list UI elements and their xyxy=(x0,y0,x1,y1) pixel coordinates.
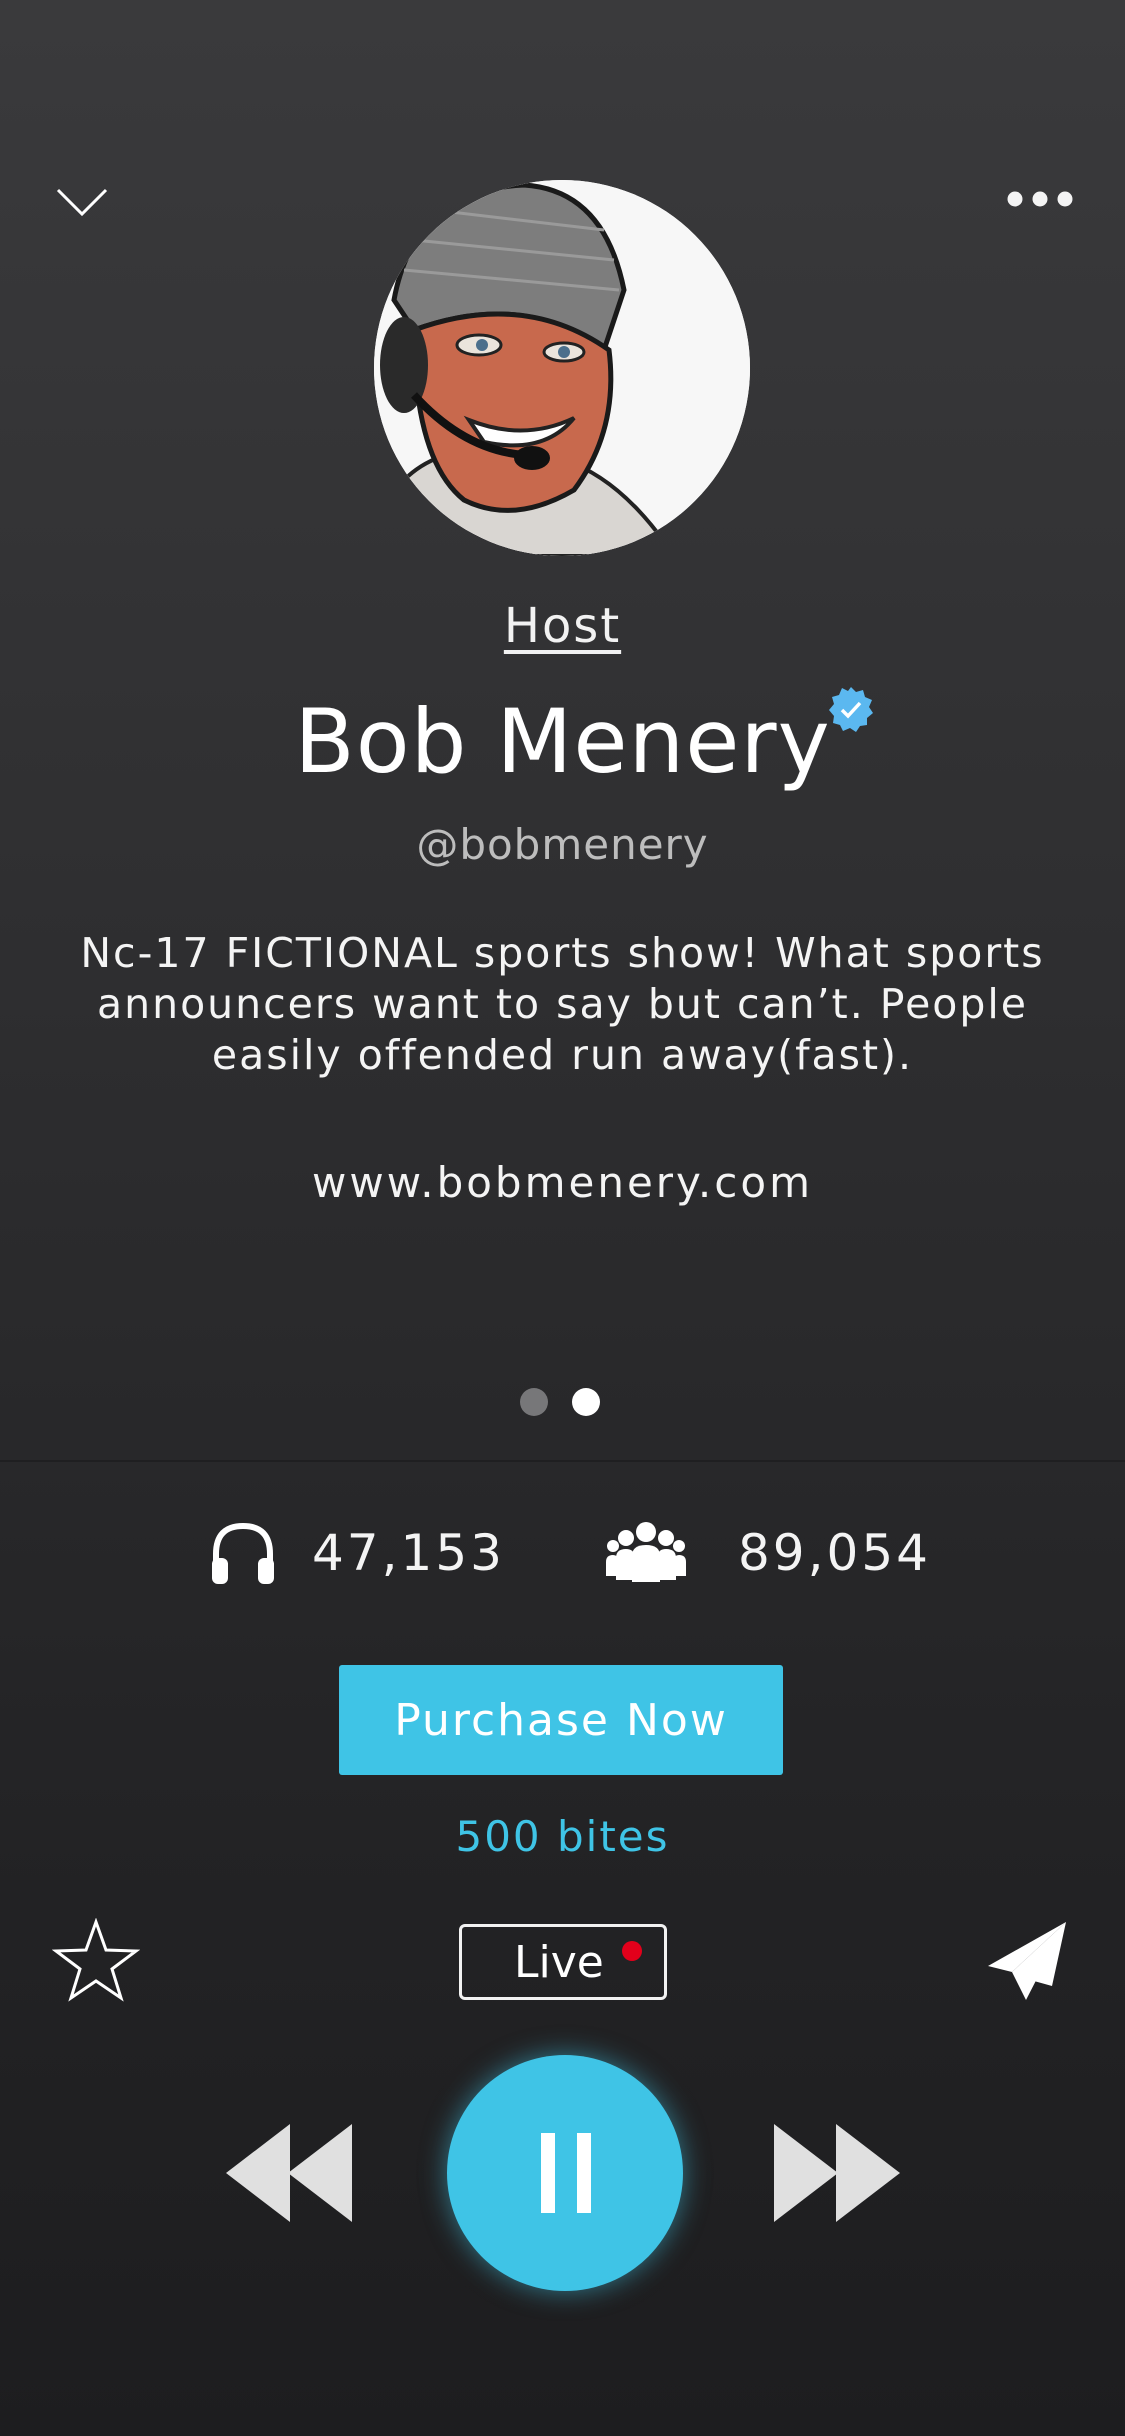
fast-forward-button[interactable] xyxy=(774,2124,900,2222)
page-indicator xyxy=(520,1388,610,1418)
collapse-button[interactable] xyxy=(52,176,112,226)
price-label: 500 bites xyxy=(455,1812,670,1861)
followers-count: 89,054 xyxy=(738,1524,931,1582)
headphones-icon xyxy=(208,1520,278,1586)
host-link[interactable]: Host xyxy=(0,598,1125,654)
website-link[interactable]: www.bobmenery.com xyxy=(0,1158,1125,1207)
chevron-down-icon xyxy=(56,188,108,217)
live-button[interactable]: Live xyxy=(459,1924,667,2000)
star-icon xyxy=(51,1917,141,2002)
live-label: Live xyxy=(514,1937,604,1988)
page-dot-1[interactable] xyxy=(520,1388,548,1416)
rewind-icon xyxy=(226,2124,352,2222)
host-bio: Nc-17 FICTIONAL sports show! What sports… xyxy=(80,929,1045,1079)
section-divider xyxy=(0,1460,1125,1462)
more-options-button[interactable] xyxy=(1005,182,1075,216)
live-indicator-dot xyxy=(622,1941,642,1961)
host-name-row: Bob Menery xyxy=(0,690,1125,793)
more-horizontal-icon xyxy=(1007,191,1073,207)
favorite-button[interactable] xyxy=(51,1917,141,2002)
paper-plane-icon xyxy=(988,1922,1066,2000)
group-icon xyxy=(606,1520,686,1582)
purchase-now-button[interactable]: Purchase Now xyxy=(339,1665,783,1775)
listeners-count: 47,153 xyxy=(312,1524,505,1582)
rewind-button[interactable] xyxy=(226,2124,352,2222)
host-handle: @bobmenery xyxy=(416,820,709,869)
page-dot-2-active[interactable] xyxy=(572,1388,600,1416)
host-avatar-illustration xyxy=(374,180,750,556)
fast-forward-icon xyxy=(774,2124,900,2222)
avatar xyxy=(374,180,750,556)
play-pause-button[interactable] xyxy=(447,2055,683,2291)
verified-badge-icon xyxy=(828,686,874,732)
pause-icon xyxy=(541,2133,591,2213)
share-button[interactable] xyxy=(986,1920,1068,2002)
host-name: Bob Menery xyxy=(294,690,831,793)
